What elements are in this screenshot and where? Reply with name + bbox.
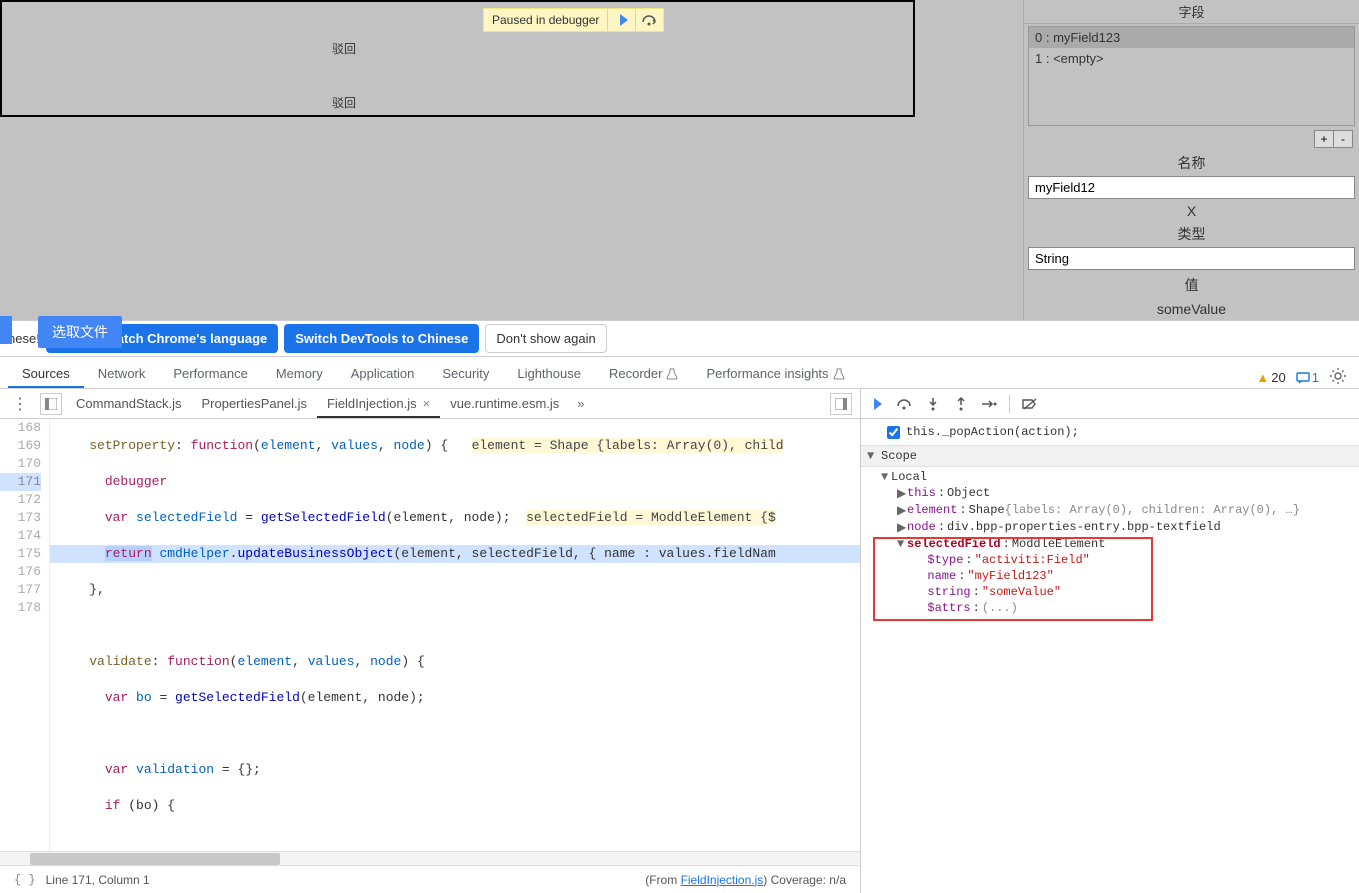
app-canvas: 驳回 驳回 Paused in debugger 选取文件 字段 0 : myF… — [0, 0, 1359, 320]
devtools-main-tabs: Sources Network Performance Memory Appli… — [0, 357, 1359, 389]
resume-icon[interactable] — [607, 9, 635, 31]
scope-local[interactable]: ▼Local — [861, 469, 1359, 485]
scope-section-header[interactable]: ▼Scope — [861, 445, 1359, 467]
step-out-icon[interactable] — [953, 396, 969, 412]
horizontal-scrollbar[interactable] — [0, 851, 860, 865]
language-infobar: nese! Always match Chrome's language Swi… — [0, 321, 1359, 357]
editor-pane: ⋮ CommandStack.js PropertiesPanel.js Fie… — [0, 389, 861, 893]
line-gutter: 168169170171172173174175176177178 — [0, 419, 50, 851]
code-content[interactable]: setProperty: function(element, values, n… — [50, 419, 860, 851]
add-field-button[interactable]: + — [1314, 130, 1334, 148]
choose-file-button[interactable]: 选取文件 — [38, 316, 122, 348]
tab-recorder[interactable]: Recorder — [595, 360, 692, 388]
tab-performance-insights[interactable]: Performance insights — [692, 360, 858, 388]
fields-list[interactable]: 0 : myField123 1 : <empty> — [1028, 26, 1355, 126]
overflow-tabs-icon[interactable]: » — [569, 396, 592, 411]
more-files-icon[interactable]: ⋮ — [4, 394, 36, 414]
deactivate-breakpoints-icon[interactable] — [1022, 396, 1038, 412]
clear-x[interactable]: X — [1024, 201, 1359, 221]
source-file-link[interactable]: FieldInjection.js — [681, 873, 764, 887]
step-into-icon[interactable] — [925, 396, 941, 412]
annotation-box — [873, 537, 1153, 621]
coverage-info: (From FieldInjection.js) Coverage: n/a — [645, 873, 846, 887]
resume-icon[interactable] — [869, 396, 885, 412]
pretty-print-icon[interactable]: { } — [14, 873, 36, 887]
dont-show-button[interactable]: Don't show again — [485, 324, 606, 353]
debugger-toolbar — [861, 389, 1359, 419]
messages-badge[interactable]: 1 — [1296, 370, 1319, 385]
warnings-badge[interactable]: ▲20 — [1256, 370, 1285, 385]
type-input[interactable] — [1028, 247, 1355, 270]
tab-security[interactable]: Security — [428, 360, 503, 388]
name-input[interactable] — [1028, 176, 1355, 199]
tab-network[interactable]: Network — [84, 360, 160, 388]
tab-memory[interactable]: Memory — [262, 360, 337, 388]
lane-label-2: 驳回 — [332, 94, 356, 111]
close-tab-icon[interactable]: × — [423, 396, 431, 411]
tab-sources[interactable]: Sources — [8, 360, 84, 388]
switch-language-button[interactable]: Switch DevTools to Chinese — [284, 324, 479, 353]
paused-text: Paused in debugger — [484, 13, 607, 27]
sources-panel: ⋮ CommandStack.js PropertiesPanel.js Fie… — [0, 389, 1359, 893]
cursor-position: Line 171, Column 1 — [46, 873, 150, 887]
diagram-box: 驳回 驳回 — [0, 0, 915, 117]
debugger-pane: this._popAction(action); ▼Scope ▼Local ▶… — [861, 389, 1359, 893]
value-label: 值 — [1024, 272, 1359, 298]
paused-banner: Paused in debugger — [483, 8, 664, 32]
fields-header: 字段 — [1024, 0, 1359, 24]
step-over-icon[interactable] — [635, 9, 663, 31]
file-tab-bar: ⋮ CommandStack.js PropertiesPanel.js Fie… — [0, 389, 860, 419]
tab-performance[interactable]: Performance — [159, 360, 261, 388]
devtools: nese! Always match Chrome's language Swi… — [0, 320, 1359, 893]
infobar-pretext: nese! — [8, 331, 40, 346]
file-tab-commandstack[interactable]: CommandStack.js — [66, 391, 191, 416]
tab-lighthouse[interactable]: Lighthouse — [503, 360, 595, 388]
left-button-fragment — [0, 316, 12, 344]
var-node[interactable]: ▶node: div.bpp-properties-entry.bpp-text… — [861, 519, 1359, 536]
value-value: someValue — [1024, 298, 1359, 320]
properties-panel: 字段 0 : myField123 1 : <empty> +- 名称 X 类型… — [1023, 0, 1359, 320]
right-panel-toggle-icon[interactable] — [830, 393, 852, 415]
settings-icon[interactable] — [1329, 367, 1347, 388]
editor-status-bar: { } Line 171, Column 1 (From FieldInject… — [0, 865, 860, 893]
breakpoint-item[interactable]: this._popAction(action); — [861, 419, 1359, 445]
type-label: 类型 — [1024, 221, 1359, 247]
step-over-icon[interactable] — [897, 396, 913, 412]
step-icon[interactable] — [981, 396, 997, 412]
var-element[interactable]: ▶element: Shape {labels: Array(0), child… — [861, 502, 1359, 519]
name-label: 名称 — [1024, 150, 1359, 176]
code-editor[interactable]: 168169170171172173174175176177178 setPro… — [0, 419, 860, 865]
breakpoint-checkbox[interactable] — [887, 426, 900, 439]
navigator-toggle-icon[interactable] — [40, 393, 62, 415]
file-tab-fieldinjection[interactable]: FieldInjection.js× — [317, 389, 440, 418]
debugger-body: this._popAction(action); ▼Scope ▼Local ▶… — [861, 419, 1359, 893]
var-this[interactable]: ▶this: Object — [861, 485, 1359, 502]
field-row-0[interactable]: 0 : myField123 — [1029, 27, 1354, 48]
file-tab-vue-runtime[interactable]: vue.runtime.esm.js — [440, 391, 569, 416]
tab-application[interactable]: Application — [337, 360, 429, 388]
lane-label-1: 驳回 — [332, 40, 356, 57]
remove-field-button[interactable]: - — [1333, 130, 1353, 148]
file-tab-propertiespanel[interactable]: PropertiesPanel.js — [191, 391, 317, 416]
field-row-1[interactable]: 1 : <empty> — [1029, 48, 1354, 69]
